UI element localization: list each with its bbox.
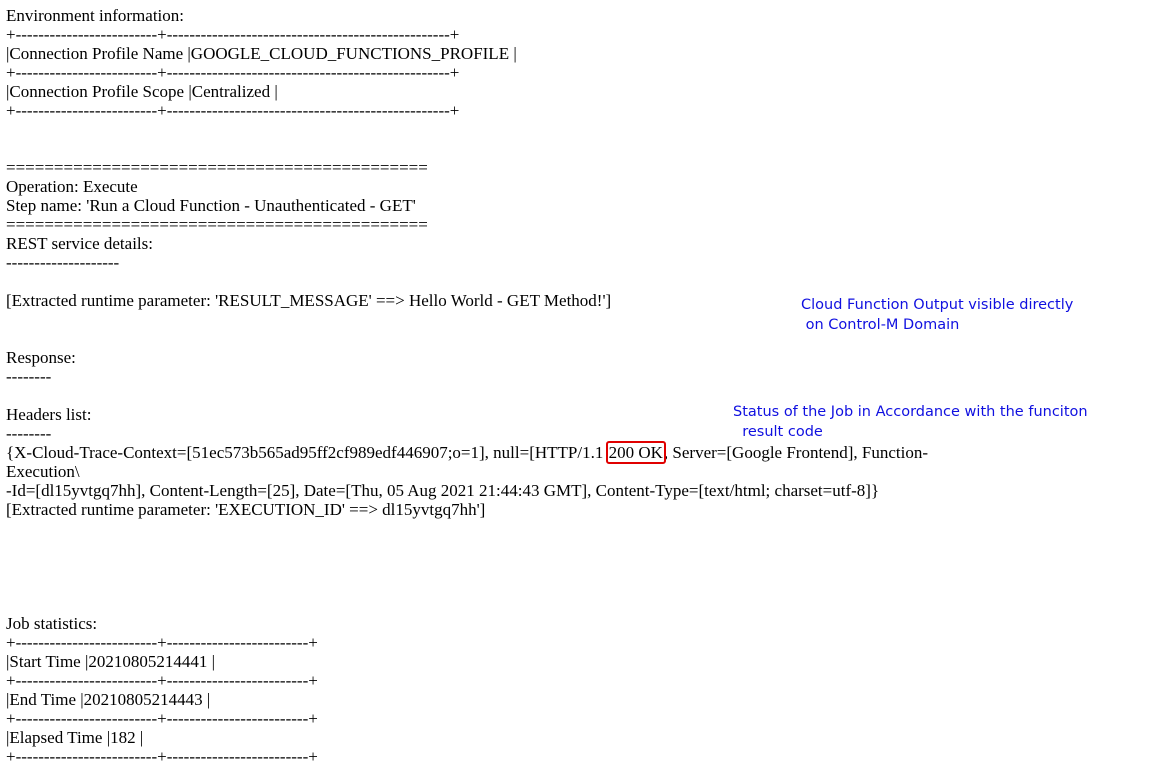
headers-line-2: Execution\ <box>6 462 80 481</box>
response-dash: -------- <box>6 367 52 386</box>
stats-row-start: |Start Time |20210805214441 | <box>6 652 216 671</box>
table-border: +-------------------------+-------------… <box>6 633 318 652</box>
headers-line-3: -Id=[dl15yvtgq7hh], Content-Length=[25],… <box>6 481 880 500</box>
status-annotation: Status of the Job in Accordance with the… <box>733 404 1088 440</box>
headers-line: {X-Cloud-Trace-Context=[51ec573b565ad95f… <box>6 441 1106 464</box>
output-annotation: Cloud Function Output visible directly o… <box>801 297 1074 333</box>
separator: ========================================… <box>6 158 428 177</box>
env-row-profile-scope: |Connection Profile Scope |Centralized | <box>6 82 278 101</box>
extracted-execution-id: [Extracted runtime parameter: 'EXECUTION… <box>6 500 486 519</box>
operation-line: Operation: Execute <box>6 177 138 196</box>
stats-row-elapsed: |Elapsed Time |182 | <box>6 728 144 747</box>
response-title: Response: <box>6 348 76 367</box>
separator: ========================================… <box>6 215 428 234</box>
step-name-line: Step name: 'Run a Cloud Function - Unaut… <box>6 196 416 215</box>
status-highlight: 200 OK <box>605 441 666 464</box>
rest-dash: -------------------- <box>6 253 120 272</box>
table-border: +-------------------------+-------------… <box>6 671 318 690</box>
stats-title: Job statistics: <box>6 614 98 633</box>
headers-pre: {X-Cloud-Trace-Context=[51ec573b565ad95f… <box>6 443 608 462</box>
stats-row-end: |End Time |20210805214443 | <box>6 690 211 709</box>
job-output-log: Environment information: +--------------… <box>6 6 1106 766</box>
table-border: +-------------------------+-------------… <box>6 25 460 44</box>
rest-title: REST service details: <box>6 234 153 253</box>
table-border: +-------------------------+-------------… <box>6 101 460 120</box>
headers-post: , Server=[Google Frontend], Function- <box>663 443 928 462</box>
env-title: Environment information: <box>6 6 184 25</box>
table-border: +-------------------------+-------------… <box>6 747 318 766</box>
table-border: +-------------------------+-------------… <box>6 709 318 728</box>
table-border: +-------------------------+-------------… <box>6 63 460 82</box>
env-row-profile-name: |Connection Profile Name |GOOGLE_CLOUD_F… <box>6 44 517 63</box>
